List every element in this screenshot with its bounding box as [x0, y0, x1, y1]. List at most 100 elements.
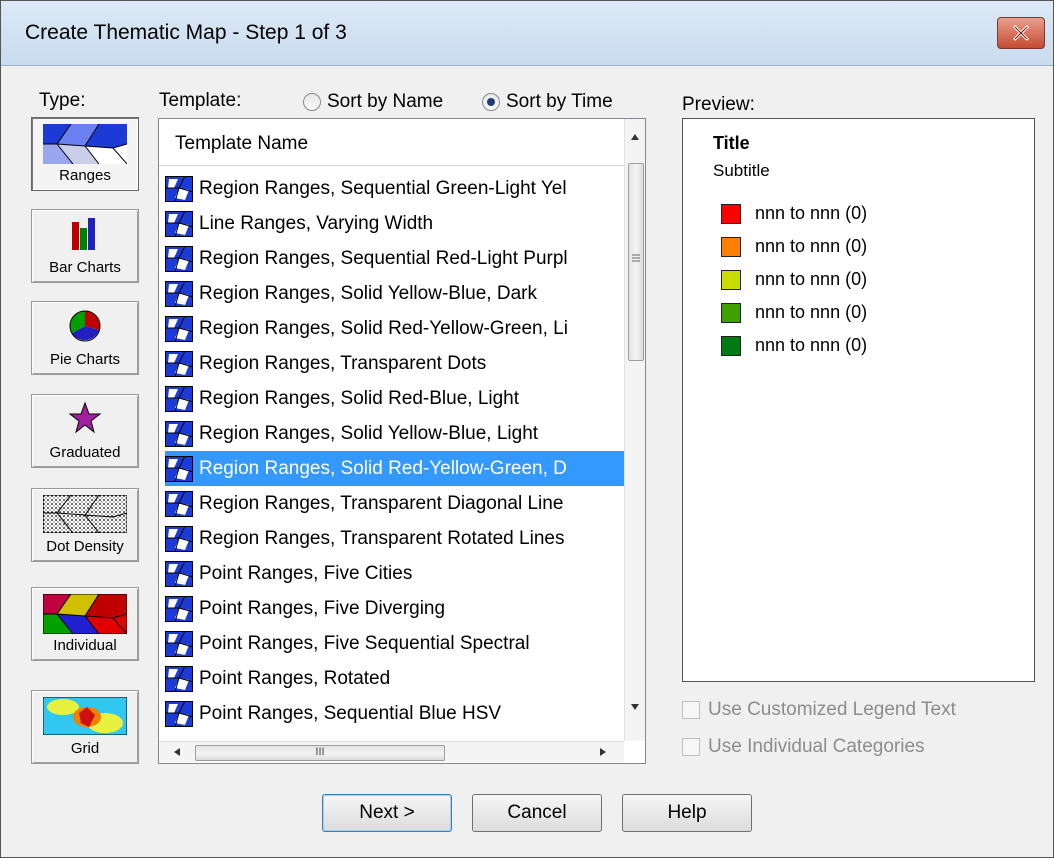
checkbox-box: [682, 701, 700, 719]
list-item[interactable]: Region Ranges, Solid Yellow-Blue, Dark: [165, 276, 625, 311]
bar-chart-icon: [72, 218, 95, 250]
use-individual-categories-checkbox[interactable]: Use Individual Categories: [682, 736, 925, 758]
list-item[interactable]: Region Ranges, Transparent Diagonal Line: [165, 486, 625, 521]
list-item[interactable]: Point Ranges, Five Cities: [165, 556, 625, 591]
template-list[interactable]: Template Name Region Ranges, Sequential …: [158, 118, 646, 764]
range-template-icon: [165, 490, 193, 517]
range-template-icon: [165, 210, 193, 237]
next-button[interactable]: Next >: [322, 794, 452, 832]
list-item-label: Region Ranges, Sequential Red-Light Purp…: [199, 247, 568, 269]
individual-icon: [43, 594, 127, 634]
template-rows: Region Ranges, Sequential Green-Light Ye…: [165, 171, 625, 731]
list-item[interactable]: Region Ranges, Sequential Red-Light Purp…: [165, 241, 625, 276]
list-item[interactable]: Region Ranges, Transparent Rotated Lines: [165, 521, 625, 556]
sort-by-time-radio[interactable]: Sort by Time: [482, 91, 613, 113]
close-button[interactable]: [997, 17, 1045, 49]
legend-item: nnn to nnn (0): [721, 236, 867, 257]
legend-text: nnn to nnn (0): [755, 269, 868, 289]
type-individual-button[interactable]: Individual: [31, 587, 139, 661]
pie-chart-icon: [69, 310, 101, 342]
type-bar-charts-button[interactable]: Bar Charts: [31, 209, 139, 283]
range-template-icon: [165, 455, 193, 482]
window-title: Create Thematic Map - Step 1 of 3: [25, 21, 347, 44]
list-item[interactable]: Region Ranges, Solid Red-Yellow-Green, L…: [165, 311, 625, 346]
list-item-label: Region Ranges, Solid Red-Blue, Light: [199, 387, 520, 409]
list-item-label: Point Ranges, Five Sequential Spectral: [199, 632, 530, 654]
ranges-icon: [43, 124, 127, 164]
title-bar: Create Thematic Map - Step 1 of 3: [1, 1, 1053, 66]
scroll-right-icon[interactable]: [599, 747, 607, 757]
type-pie-charts-button[interactable]: Pie Charts: [31, 301, 139, 375]
type-button-label: Ranges: [59, 167, 111, 184]
grid-icon: [43, 697, 127, 735]
legend-swatch: [721, 335, 741, 356]
preview-box: Title Subtitle nnn to nnn (0) nnn to nnn …: [682, 118, 1035, 682]
range-template-icon: [165, 665, 193, 692]
range-template-icon: [165, 245, 193, 272]
list-item-label: Point Ranges, Rotated: [199, 667, 391, 689]
legend-swatch: [721, 269, 741, 290]
type-label: Type:: [39, 90, 86, 111]
horizontal-scrollbar[interactable]: III: [159, 741, 624, 762]
close-icon: [1013, 25, 1029, 41]
column-header-template-name[interactable]: Template Name: [159, 119, 624, 166]
type-graduated-button[interactable]: Graduated: [31, 394, 139, 468]
list-item-label: Point Ranges, Five Diverging: [199, 597, 446, 619]
list-item-label: Line Ranges, Varying Width: [199, 212, 434, 234]
cancel-button[interactable]: Cancel: [472, 794, 602, 832]
legend-item: nnn to nnn (0): [721, 203, 867, 224]
list-item[interactable]: Point Ranges, Five Diverging: [165, 591, 625, 626]
scroll-up-icon[interactable]: [630, 133, 640, 141]
type-dot-density-button[interactable]: Dot Density: [31, 488, 139, 562]
legend-text: nnn to nnn (0): [755, 236, 868, 256]
type-grid-button[interactable]: Grid: [31, 690, 139, 764]
list-item-label: Region Ranges, Transparent Rotated Lines: [199, 527, 565, 549]
preview-subtitle: Subtitle: [713, 161, 770, 180]
help-button[interactable]: Help: [622, 794, 752, 832]
range-template-icon: [165, 560, 193, 587]
list-item[interactable]: Region Ranges, Solid Red-Blue, Light: [165, 381, 625, 416]
list-item[interactable]: Region Ranges, Transparent Dots: [165, 346, 625, 381]
use-individual-categories-label: Use Individual Categories: [708, 736, 925, 757]
list-item[interactable]: Point Ranges, Rotated: [165, 661, 625, 696]
list-item[interactable]: Region Ranges, Solid Yellow-Blue, Light: [165, 416, 625, 451]
template-label: Template:: [159, 90, 242, 111]
list-item-label: Region Ranges, Solid Yellow-Blue, Light: [199, 422, 539, 444]
legend-text: nnn to nnn (0): [755, 203, 868, 223]
vertical-scroll-thumb[interactable]: [628, 163, 644, 361]
grip-icon: [632, 254, 640, 262]
list-item[interactable]: Region Ranges, Sequential Green-Light Ye…: [165, 171, 625, 206]
legend-text: nnn to nnn (0): [755, 335, 868, 355]
preview-title: Title: [713, 133, 750, 153]
list-item-label: Region Ranges, Solid Red-Yellow-Green, D: [199, 457, 567, 479]
scroll-left-icon[interactable]: [173, 747, 181, 757]
vertical-scrollbar[interactable]: [624, 119, 645, 741]
range-template-icon: [165, 595, 193, 622]
range-template-icon: [165, 420, 193, 447]
legend-item: nnn to nnn (0): [721, 302, 867, 323]
checkbox-box: [682, 738, 700, 756]
scroll-down-icon[interactable]: [630, 703, 640, 711]
type-button-label: Pie Charts: [49, 351, 121, 368]
type-ranges-button[interactable]: Ranges: [31, 117, 139, 191]
list-item-label: Region Ranges, Solid Yellow-Blue, Dark: [199, 282, 537, 304]
range-template-icon: [165, 315, 193, 342]
type-button-label: Grid: [70, 740, 100, 757]
horizontal-scroll-thumb[interactable]: III: [195, 745, 445, 761]
radio-circle: [482, 93, 500, 111]
list-item-label: Region Ranges, Transparent Diagonal Line: [199, 492, 564, 514]
sort-by-name-label: Sort by Name: [327, 91, 444, 112]
range-template-icon: [165, 280, 193, 307]
legend-item: nnn to nnn (0): [721, 335, 867, 356]
sort-by-name-radio[interactable]: Sort by Name: [303, 91, 443, 113]
star-icon: [68, 401, 102, 434]
type-button-label: Dot Density: [46, 538, 124, 555]
list-item[interactable]: Point Ranges, Five Sequential Spectral: [165, 626, 625, 661]
radio-circle: [303, 93, 321, 111]
legend-text: nnn to nnn (0): [755, 302, 868, 322]
range-template-icon: [165, 350, 193, 377]
use-customized-legend-checkbox[interactable]: Use Customized Legend Text: [682, 699, 956, 721]
list-item[interactable]: Line Ranges, Varying Width: [165, 206, 625, 241]
list-item[interactable]: Point Ranges, Sequential Blue HSV: [165, 696, 625, 731]
list-item[interactable]: Region Ranges, Solid Red-Yellow-Green, D: [165, 451, 625, 486]
